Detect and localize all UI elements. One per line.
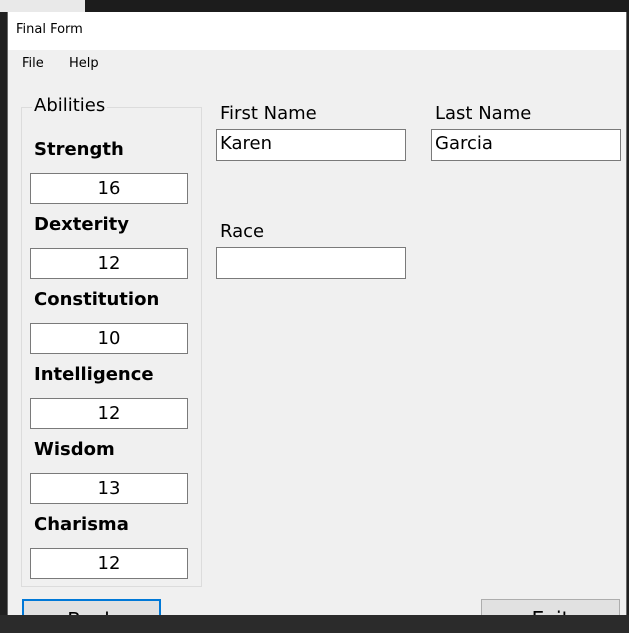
race-label: Race	[220, 221, 265, 242]
charisma-label: Charisma	[34, 514, 129, 535]
window-title: Final Form	[16, 22, 83, 37]
background-window-edge	[0, 0, 85, 12]
dexterity-field[interactable]: 12	[30, 248, 188, 279]
wisdom-label: Wisdom	[34, 439, 115, 460]
charisma-field[interactable]: 12	[30, 548, 188, 579]
form-client-area: Abilities Strength 16 Dexterity 12 Const…	[8, 79, 626, 615]
constitution-field[interactable]: 10	[30, 323, 188, 354]
race-field[interactable]	[216, 247, 406, 279]
menu-help[interactable]: Help	[69, 56, 99, 71]
intelligence-field[interactable]: 12	[30, 398, 188, 429]
strength-field[interactable]: 16	[30, 173, 188, 204]
desktop-background	[0, 0, 629, 12]
final-form-window: Final Form File Help Abilities Strength …	[7, 12, 627, 615]
abilities-group: Abilities Strength 16 Dexterity 12 Const…	[21, 95, 202, 587]
exit-button[interactable]: Exit	[481, 599, 620, 615]
first-name-field[interactable]: Karen	[216, 129, 406, 161]
menu-file[interactable]: File	[22, 56, 44, 71]
back-button[interactable]: Back	[22, 599, 161, 615]
intelligence-label: Intelligence	[34, 364, 154, 385]
strength-label: Strength	[34, 139, 124, 160]
title-bar[interactable]: Final Form	[8, 12, 626, 50]
abilities-group-title: Abilities	[32, 95, 108, 117]
taskbar	[0, 615, 629, 633]
first-name-label: First Name	[220, 103, 317, 124]
dexterity-label: Dexterity	[34, 214, 129, 235]
constitution-label: Constitution	[34, 289, 160, 310]
last-name-label: Last Name	[435, 103, 532, 124]
menu-bar: File Help	[8, 50, 626, 79]
last-name-field[interactable]: Garcia	[431, 129, 621, 161]
wisdom-field[interactable]: 13	[30, 473, 188, 504]
